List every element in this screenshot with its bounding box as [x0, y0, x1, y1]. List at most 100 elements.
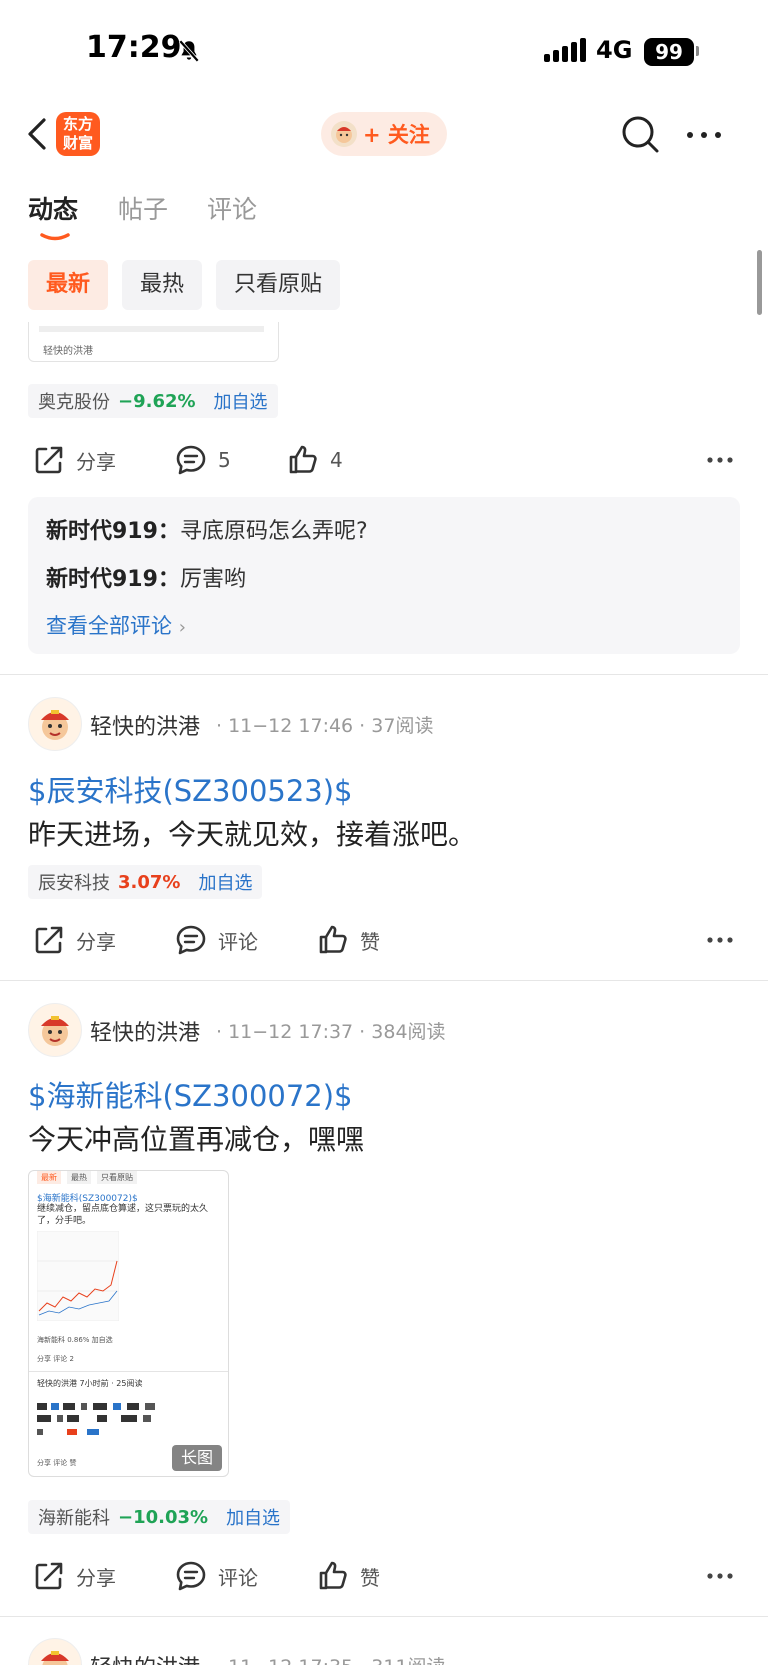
stock-tag[interactable]: 奥克股份 −9.62% 加自选: [28, 384, 278, 418]
like-button[interactable]: 赞: [316, 918, 380, 962]
long-image-thumbnail[interactable]: 最新 最热 只看原贴 $海新能科(SZ300072)$ 继续减仓，留点底仓算逑，…: [28, 1170, 229, 1477]
more-menu-icon[interactable]: [684, 120, 724, 150]
logo-text-top: 东方: [62, 115, 93, 133]
author-name[interactable]: 轻快的洪港: [90, 709, 200, 741]
thumb-tab: 最新: [37, 1171, 61, 1184]
tab-posts[interactable]: 帖子: [118, 190, 168, 226]
long-image-badge: 长图: [172, 1445, 222, 1471]
avatar[interactable]: [28, 1638, 82, 1665]
stock-change: 3.07%: [118, 871, 181, 893]
mascot-avatar-icon: [41, 1651, 69, 1665]
comment-button[interactable]: 评论: [174, 918, 258, 962]
filter-hot[interactable]: 最热: [122, 260, 203, 310]
post-text[interactable]: 昨天进场，今天就见效，接着涨吧。: [28, 813, 476, 853]
thumbs-up-icon: [289, 445, 317, 474]
mascot-icon: [336, 127, 352, 143]
mascot-avatar-icon: [41, 710, 69, 740]
post-divider: [0, 1616, 768, 1617]
cell-signal-icon: [544, 38, 586, 62]
status-bar: 17:29 4G 99: [0, 0, 768, 100]
thumbs-up-icon: [319, 1561, 347, 1590]
view-all-comments-link[interactable]: 查看全部评论 ›: [46, 610, 186, 640]
post-actions: 分享 评论 赞: [0, 1554, 768, 1598]
filter-original-only[interactable]: 只看原贴: [216, 260, 341, 310]
like-count: 4: [330, 448, 343, 472]
stock-link[interactable]: $海新能科(SZ300072)$: [28, 1073, 353, 1115]
status-time: 17:29: [86, 30, 182, 65]
scrollbar[interactable]: [757, 250, 762, 315]
post-meta: · 11−12 17:37 · 384阅读: [216, 1021, 446, 1043]
author-name[interactable]: 轻快的洪港: [90, 1650, 200, 1665]
share-label: 分享: [76, 449, 116, 474]
post-actions: 分享 5 4: [0, 438, 768, 482]
share-label: 分享: [76, 1565, 116, 1590]
follow-button[interactable]: + 关注: [321, 112, 447, 156]
comment-icon: [176, 445, 206, 475]
share-icon: [35, 446, 63, 474]
thumb-user: 轻快的洪港 7小时前 · 25阅读: [37, 1379, 143, 1388]
follow-label: + 关注: [363, 123, 430, 147]
thumb-tabs: 最新 最热 只看原贴: [37, 1171, 137, 1184]
stock-name: 奥克股份: [38, 392, 110, 413]
stock-tag[interactable]: 海新能科 −10.03% 加自选: [28, 1500, 291, 1534]
comment-button[interactable]: 5: [174, 438, 231, 482]
comment-item: 新时代919：厉害哟: [46, 561, 246, 593]
thumb-redacted-text: [37, 1403, 155, 1435]
avatar[interactable]: [28, 1003, 82, 1057]
post-header: 轻快的洪港 · 11−12 17:35 · 311阅读: [28, 1638, 728, 1665]
author-name[interactable]: 轻快的洪港: [90, 1015, 200, 1047]
post-divider: [0, 980, 768, 981]
post-image-thumbnail[interactable]: 轻快的洪港: [28, 322, 279, 362]
post-header: 轻快的洪港 · 11−12 17:37 · 384阅读: [28, 1003, 728, 1057]
share-label: 分享: [76, 929, 116, 954]
comment-label: 评论: [218, 1565, 258, 1590]
stock-name: 海新能科: [38, 1508, 110, 1529]
post-more-icon[interactable]: [706, 456, 734, 464]
tab-comments[interactable]: 评论: [207, 190, 257, 226]
comment-user[interactable]: 新时代919：: [46, 519, 180, 544]
tab-dynamic[interactable]: 动态: [28, 190, 78, 226]
thumb-actions: 分享 评论 2: [37, 1355, 74, 1363]
mascot-avatar-icon: [41, 1016, 69, 1046]
stock-link[interactable]: $辰安科技(SZ300523)$: [28, 768, 353, 810]
post-more-icon[interactable]: [706, 1572, 734, 1580]
comment-icon: [176, 1561, 206, 1591]
comment-user[interactable]: 新时代919：: [46, 567, 180, 592]
share-button[interactable]: 分享: [32, 918, 116, 962]
comment-preview[interactable]: 新时代919：寻底原码怎么弄呢? 新时代919：厉害哟 查看全部评论 ›: [28, 497, 740, 654]
post-divider: [0, 674, 768, 675]
active-tab-indicator: [40, 233, 70, 241]
thumbnail-line: [39, 326, 264, 332]
nav-bar: 东方 财富 + 关注: [0, 100, 768, 170]
add-watchlist-button[interactable]: 加自选: [214, 388, 268, 414]
stock-change: −10.03%: [118, 1506, 209, 1528]
comment-item: 新时代919：寻底原码怎么弄呢?: [46, 513, 368, 545]
comment-count: 5: [218, 448, 231, 472]
share-button[interactable]: 分享: [32, 438, 116, 482]
post-text[interactable]: 今天冲高位置再减仓，嘿嘿: [28, 1118, 364, 1158]
stock-tag[interactable]: 辰安科技 3.07% 加自选: [28, 865, 263, 899]
share-button[interactable]: 分享: [32, 1554, 116, 1598]
user-avatar-small: [331, 121, 357, 147]
back-chevron-icon[interactable]: [24, 114, 54, 154]
filter-latest[interactable]: 最新: [28, 260, 109, 310]
add-watchlist-button[interactable]: 加自选: [226, 1504, 280, 1530]
comment-icon: [176, 925, 206, 955]
comment-label: 评论: [218, 929, 258, 954]
post-more-icon[interactable]: [706, 936, 734, 944]
mute-bell-icon: [178, 39, 200, 63]
app-logo[interactable]: 东方 财富: [56, 112, 100, 156]
like-button[interactable]: 4: [286, 438, 343, 482]
post-meta: · 11−12 17:46 · 37阅读: [216, 715, 434, 737]
like-label: 赞: [360, 1565, 380, 1590]
thumb-tab: 最热: [67, 1171, 91, 1184]
search-icon[interactable]: [620, 114, 660, 154]
comment-button[interactable]: 评论: [174, 1554, 258, 1598]
avatar[interactable]: [28, 697, 82, 751]
filter-chips: 最新 最热 只看原贴: [28, 260, 341, 310]
add-watchlist-button[interactable]: 加自选: [198, 869, 252, 895]
like-label: 赞: [360, 929, 380, 954]
stock-change: −9.62%: [118, 390, 196, 412]
battery-tip: [696, 46, 699, 56]
like-button[interactable]: 赞: [316, 1554, 380, 1598]
